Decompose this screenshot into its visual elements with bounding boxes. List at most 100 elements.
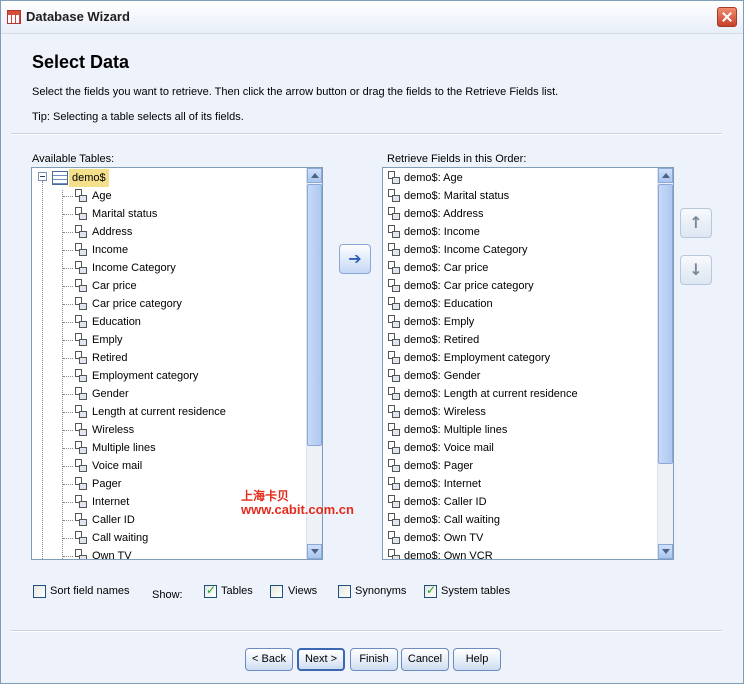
retrieve-scrollbar[interactable] — [657, 168, 673, 559]
tree-node-demo[interactable]: demo$ — [32, 169, 302, 187]
tree-field-item[interactable]: Length at current residence — [32, 403, 302, 421]
footer-divider — [11, 630, 722, 632]
retrieve-field-item[interactable]: demo$: Caller ID — [383, 493, 653, 511]
scroll-thumb[interactable] — [307, 184, 322, 446]
tree-field-item[interactable]: Car price category — [32, 295, 302, 313]
retrieve-field-item[interactable]: demo$: Gender — [383, 367, 653, 385]
views-checkbox[interactable] — [270, 585, 283, 598]
field-icon — [74, 243, 88, 257]
field-label: demo$: Caller ID — [404, 496, 487, 508]
finish-button[interactable]: Finish — [350, 648, 398, 671]
retrieve-field-item[interactable]: demo$: Call waiting — [383, 511, 653, 529]
system-tables-label[interactable]: System tables — [441, 585, 510, 597]
retrieve-field-item[interactable]: demo$: Car price — [383, 259, 653, 277]
field-icon — [387, 225, 401, 239]
retrieve-field-item[interactable]: demo$: Education — [383, 295, 653, 313]
field-icon — [74, 387, 88, 401]
tree-field-item[interactable]: Address — [32, 223, 302, 241]
retrieve-field-item[interactable]: demo$: Emply — [383, 313, 653, 331]
tables-label[interactable]: Tables — [221, 585, 253, 597]
close-icon[interactable] — [717, 7, 737, 27]
arrow-right-icon: ➔ — [348, 249, 362, 268]
field-icon — [387, 261, 401, 275]
tree-field-item[interactable]: Multiple lines — [32, 439, 302, 457]
tables-checkbox[interactable] — [204, 583, 217, 598]
tree-field-item[interactable]: Voice mail — [32, 457, 302, 475]
move-down-button[interactable]: ↓ — [680, 255, 712, 285]
tree-field-item[interactable]: Income — [32, 241, 302, 259]
retrieve-field-item[interactable]: demo$: Own TV — [383, 529, 653, 547]
field-icon — [74, 423, 88, 437]
field-icon — [387, 315, 401, 329]
field-icon — [387, 297, 401, 311]
field-icon — [74, 297, 88, 311]
field-icon — [387, 207, 401, 221]
retrieve-field-item[interactable]: demo$: Pager — [383, 457, 653, 475]
tree-field-item[interactable]: Own TV — [32, 547, 302, 559]
arrow-down-icon: ↓ — [689, 260, 703, 279]
move-up-button[interactable]: ↑ — [680, 208, 712, 238]
field-label: demo$: Income — [404, 226, 480, 238]
retrieve-field-item[interactable]: demo$: Income — [383, 223, 653, 241]
scroll-up-icon[interactable] — [658, 168, 673, 183]
tree-field-item[interactable]: Age — [32, 187, 302, 205]
field-icon — [387, 171, 401, 185]
field-label: demo$: Pager — [404, 460, 474, 472]
synonyms-label[interactable]: Synonyms — [355, 585, 406, 597]
available-scrollbar[interactable] — [306, 168, 322, 559]
watermark-line-2: www.cabit.com.cn — [241, 502, 354, 517]
tree-field-item[interactable]: Wireless — [32, 421, 302, 439]
retrieve-field-item[interactable]: demo$: Retired — [383, 331, 653, 349]
scroll-thumb[interactable] — [658, 184, 673, 464]
retrieve-field-item[interactable]: demo$: Internet — [383, 475, 653, 493]
retrieve-field-item[interactable]: demo$: Car price category — [383, 277, 653, 295]
tree-field-item[interactable]: Education — [32, 313, 302, 331]
scroll-down-icon[interactable] — [658, 544, 673, 559]
retrieve-field-item[interactable]: demo$: Address — [383, 205, 653, 223]
retrieve-field-item[interactable]: demo$: Age — [383, 169, 653, 187]
views-label[interactable]: Views — [288, 585, 317, 597]
table-name: demo$ — [69, 169, 109, 187]
cancel-button[interactable]: Cancel — [401, 648, 449, 671]
field-icon — [74, 477, 88, 491]
retrieve-field-item[interactable]: demo$: Employment category — [383, 349, 653, 367]
scroll-down-icon[interactable] — [307, 544, 322, 559]
scroll-up-icon[interactable] — [307, 168, 322, 183]
tree-field-item[interactable]: Marital status — [32, 205, 302, 223]
help-button[interactable]: Help — [453, 648, 501, 671]
tree-field-item[interactable]: Call waiting — [32, 529, 302, 547]
retrieve-field-item[interactable]: demo$: Income Category — [383, 241, 653, 259]
retrieve-field-item[interactable]: demo$: Voice mail — [383, 439, 653, 457]
retrieve-field-item[interactable]: demo$: Multiple lines — [383, 421, 653, 439]
field-label: Age — [92, 190, 112, 202]
synonyms-checkbox[interactable] — [338, 585, 351, 598]
field-icon — [74, 549, 88, 559]
field-label: Caller ID — [92, 514, 135, 526]
retrieve-fields-list[interactable]: demo$: Age demo$: Marital status demo$: Ad… — [382, 167, 674, 560]
sort-field-names-label[interactable]: Sort field names — [50, 585, 129, 597]
field-icon — [387, 441, 401, 455]
field-icon — [74, 333, 88, 347]
collapse-icon[interactable] — [38, 172, 47, 181]
retrieve-field-item[interactable]: demo$: Wireless — [383, 403, 653, 421]
retrieve-field-item[interactable]: demo$: Marital status — [383, 187, 653, 205]
field-label: demo$: Car price category — [404, 280, 534, 292]
tree-field-item[interactable]: Gender — [32, 385, 302, 403]
back-button[interactable]: < Back — [245, 648, 293, 671]
field-label: demo$: Gender — [404, 370, 481, 382]
tree-field-item[interactable]: Car price — [32, 277, 302, 295]
tree-field-item[interactable]: Retired — [32, 349, 302, 367]
tree-field-item[interactable]: Employment category — [32, 367, 302, 385]
retrieve-field-item[interactable]: demo$: Length at current residence — [383, 385, 653, 403]
page-title: Select Data — [32, 52, 130, 72]
retrieve-field-item[interactable]: demo$: Own VCR — [383, 547, 653, 559]
system-tables-checkbox[interactable] — [424, 583, 437, 598]
next-button[interactable]: Next > — [297, 648, 345, 671]
sort-field-names-checkbox[interactable] — [33, 585, 46, 598]
field-label: demo$: Length at current residence — [404, 388, 578, 400]
field-icon — [387, 495, 401, 509]
field-icon — [74, 351, 88, 365]
move-to-retrieve-button[interactable]: ➔ — [339, 244, 371, 274]
tree-field-item[interactable]: Emply — [32, 331, 302, 349]
tree-field-item[interactable]: Income Category — [32, 259, 302, 277]
